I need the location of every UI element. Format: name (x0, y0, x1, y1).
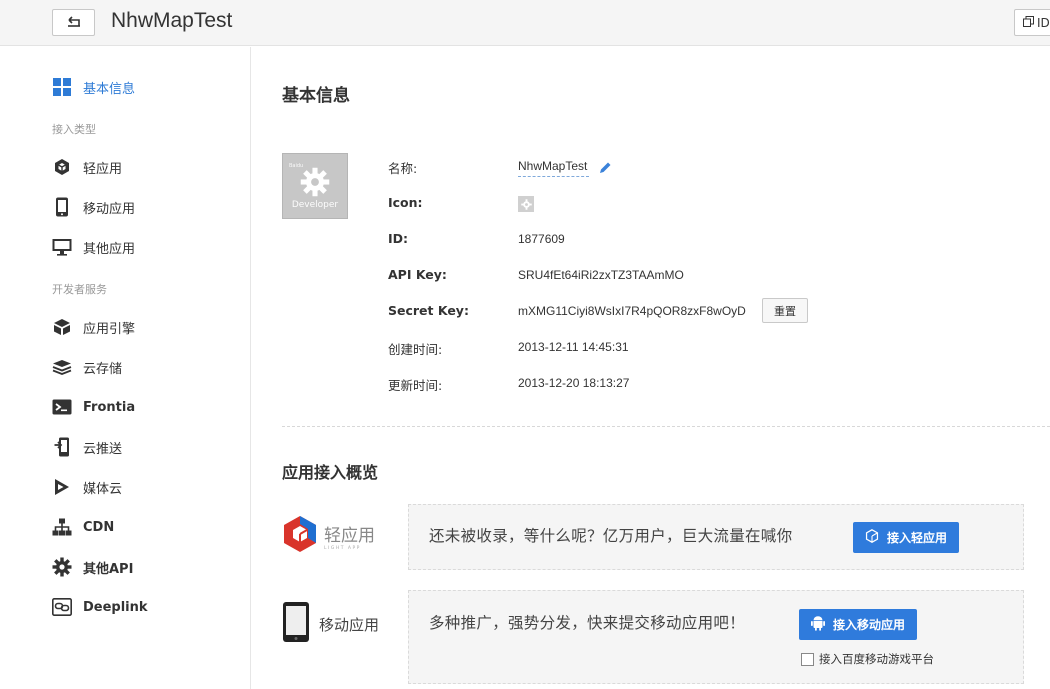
sidebar-item-light-app[interactable]: 轻应用 (52, 156, 122, 178)
created-time-value: 2013-12-11 14:45:31 (518, 340, 629, 354)
sidebar-item-label: 媒体云 (83, 481, 123, 497)
mobile-app-logo: 移动应用 (282, 601, 379, 647)
gear-icon (52, 557, 72, 577)
engine-icon (52, 317, 72, 337)
light-app-icon (282, 515, 318, 557)
sidebar-item-label: Frontia (83, 399, 136, 415)
access-mobile-app-button[interactable]: 接入移动应用 (799, 609, 918, 640)
sidebar-group-dev-services: 开发者服务 (52, 283, 107, 296)
sidebar-item-other-api[interactable]: 其他API (52, 556, 133, 578)
sidebar-item-label: 云存储 (83, 361, 123, 377)
sidebar-item-label: Deeplink (83, 599, 148, 615)
access-mobile-app-label: 接入移动应用 (833, 618, 906, 632)
light-app-logo: 轻应用 LIGHT APP (282, 515, 375, 557)
mobile-icon (52, 197, 72, 217)
app-title: NhwMapTest (111, 9, 233, 32)
app-icon-small (518, 196, 534, 212)
back-button[interactable] (52, 9, 95, 36)
mobile-app-panel: 多种推广，强势分发，快来提交移动应用吧！ 接入移动应用 接入百度移动游戏平台 (408, 590, 1024, 684)
media-icon (52, 477, 72, 497)
apikey-value: SRU4fEt64iRi2zxTZ3TAAmMO (518, 268, 684, 282)
sidebar-item-media-cloud[interactable]: 媒体云 (52, 476, 122, 498)
network-icon (52, 517, 72, 537)
apikey-label: API Key: (388, 267, 447, 282)
light-app-icon (865, 529, 879, 546)
sidebar-item-label: 基本信息 (83, 81, 136, 97)
copy-icon (1023, 15, 1034, 30)
sidebar-item-label: 轻应用 (83, 161, 123, 177)
icon-caption-small: Baidu (289, 163, 304, 169)
sidebar-item-label: 应用引擎 (83, 321, 136, 337)
created-time-label: 创建时间: (388, 342, 443, 357)
sidebar-item-app-engine[interactable]: 应用引擎 (52, 316, 135, 338)
secret-key-value: mXMG11Ciyi8WsIxI7R4pQOR8zxF8wOyD (518, 304, 746, 318)
light-app-logo-text: 轻应用 (324, 526, 375, 546)
sidebar-item-cloud-push[interactable]: 云推送 (52, 436, 122, 458)
updated-time-label: 更新时间: (388, 378, 443, 393)
mobile-app-promo-text: 多种推广，强势分发，快来提交移动应用吧！ (429, 614, 746, 632)
sidebar-item-basic-info[interactable]: 基本信息 (52, 76, 135, 98)
app-icon-large: Baidu Developer (282, 153, 348, 219)
overview-title: 应用接入概览 (282, 463, 379, 482)
sidebar: 基本信息 接入类型 轻应用 移动应用 其他应用 开发者服务 应用引擎 云存储 F… (0, 47, 251, 689)
sidebar-item-frontia[interactable]: Frontia (52, 396, 135, 418)
secret-key-label: Secret Key: (388, 303, 469, 318)
sidebar-item-label: 其他API (83, 561, 134, 577)
sidebar-item-label: 其他应用 (83, 241, 136, 257)
sidebar-group-access-types: 接入类型 (52, 123, 96, 136)
link-icon (52, 597, 72, 617)
mobile-app-logo-text: 移动应用 (319, 615, 380, 634)
name-value[interactable]: NhwMapTest (518, 159, 590, 177)
storage-icon (52, 357, 72, 377)
game-platform-option[interactable]: 接入百度移动游戏平台 (801, 651, 934, 667)
light-app-icon (52, 157, 72, 177)
reset-button[interactable]: 重置 (762, 298, 808, 323)
access-light-app-label: 接入轻应用 (887, 531, 948, 545)
gear-icon (300, 167, 330, 201)
game-platform-checkbox[interactable] (801, 652, 814, 666)
light-app-promo-text: 还未被收录，等什么呢？亿万用户，巨大流量在喊你 (429, 527, 793, 545)
push-icon (52, 437, 72, 457)
icon-caption: Developer (291, 200, 339, 210)
top-bar: NhwMapTest ID (0, 0, 1050, 46)
main-content: 基本信息 Baidu Developer 名称: NhwMapTest Icon… (252, 47, 1050, 689)
sidebar-item-cdn[interactable]: CDN (52, 516, 114, 538)
mobile-icon (282, 601, 310, 647)
pencil-icon[interactable] (598, 160, 612, 179)
grid-icon (52, 77, 72, 97)
id-button[interactable]: ID (1014, 9, 1050, 36)
id-label: ID: (388, 231, 409, 246)
sidebar-item-label: 移动应用 (83, 201, 136, 217)
name-label: 名称: (388, 161, 418, 176)
monitor-icon (52, 237, 72, 257)
game-platform-label: 接入百度移动游戏平台 (819, 652, 934, 666)
icon-label: Icon: (388, 195, 423, 210)
return-arrow-icon (65, 13, 83, 32)
sidebar-item-other-app[interactable]: 其他应用 (52, 236, 135, 258)
sidebar-item-cloud-storage[interactable]: 云存储 (52, 356, 122, 378)
light-app-logo-sub: LIGHT APP (324, 546, 361, 551)
sidebar-item-label: 云推送 (83, 441, 123, 457)
section-divider (282, 426, 1050, 427)
light-app-panel: 还未被收录，等什么呢？亿万用户，巨大流量在喊你 接入轻应用 (408, 504, 1024, 570)
updated-time-value: 2013-12-20 18:13:27 (518, 376, 630, 390)
id-button-label: ID (1037, 15, 1050, 30)
sidebar-item-label: CDN (83, 519, 115, 535)
sidebar-item-deeplink[interactable]: Deeplink (52, 596, 148, 618)
basic-info-title: 基本信息 (282, 86, 350, 106)
gear-icon (520, 195, 532, 214)
sidebar-item-mobile-app[interactable]: 移动应用 (52, 196, 135, 218)
android-icon (811, 615, 825, 634)
id-value: 1877609 (518, 232, 565, 246)
terminal-icon (52, 397, 72, 417)
access-light-app-button[interactable]: 接入轻应用 (853, 522, 960, 553)
